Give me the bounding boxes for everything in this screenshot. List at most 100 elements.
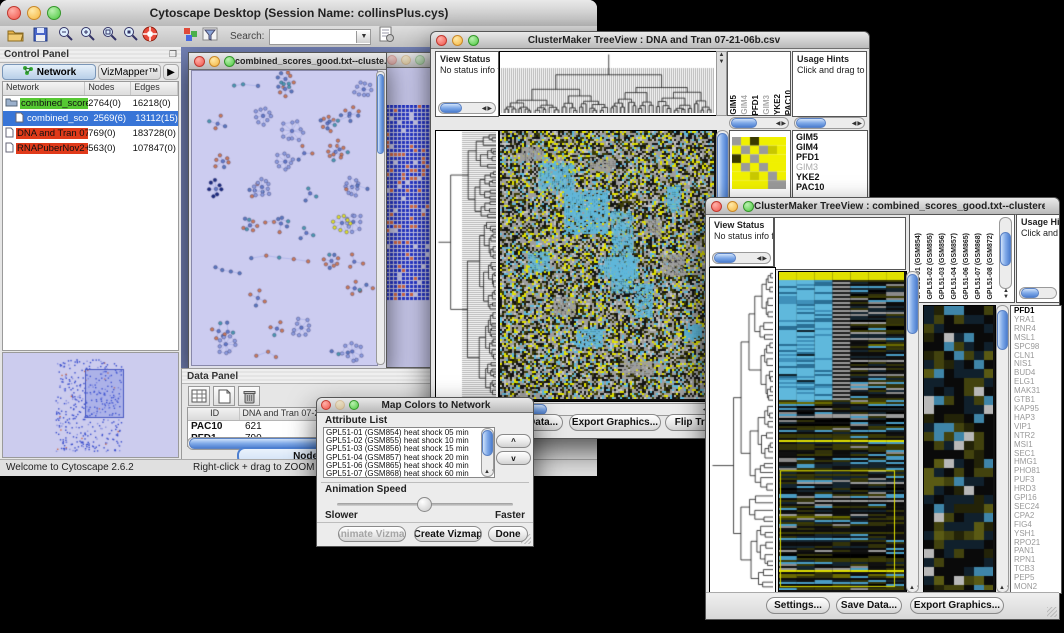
tv1-hints-hscrollbar[interactable]: ◀▶ xyxy=(794,117,865,129)
column-header[interactable]: Nodes xyxy=(85,82,131,95)
tv1-status-hscrollbar[interactable]: ◀▶ xyxy=(438,102,496,114)
tv2-labels-vscrollbar[interactable] xyxy=(999,217,1012,289)
minimize-icon[interactable] xyxy=(335,400,345,410)
column-header[interactable]: ID xyxy=(188,408,240,420)
attribute-list-vscrollbar[interactable]: ▲▼ xyxy=(481,428,494,477)
search-input[interactable]: ▼ xyxy=(269,29,371,45)
table-grid-icon[interactable] xyxy=(188,386,210,406)
window-controls[interactable] xyxy=(7,6,61,20)
zoom-window-icon[interactable] xyxy=(224,56,235,67)
trash-icon[interactable] xyxy=(238,386,260,406)
tv2-column-dendrogram[interactable] xyxy=(774,217,906,270)
close-icon[interactable] xyxy=(194,56,205,67)
attribute-item[interactable]: GPL51-07 (GSM868) heat shock 60 min xyxy=(326,470,494,478)
network-name-cell[interactable]: combined_scores xyxy=(3,97,88,110)
column-header[interactable]: Edges xyxy=(131,82,178,95)
tv1-column-dendrogram[interactable] xyxy=(499,51,717,116)
gene-row-label[interactable]: MON2 xyxy=(1014,583,1061,592)
table-row[interactable]: combined_scores2764(0)16218(0) xyxy=(3,96,178,111)
network-canvas[interactable] xyxy=(192,71,377,365)
open-folder-icon[interactable] xyxy=(7,27,24,47)
tv2-zoom-heatmap[interactable] xyxy=(923,305,996,593)
chevron-down-icon[interactable]: ▼ xyxy=(356,31,370,43)
network-overview-panel[interactable] xyxy=(2,352,179,458)
tab-network[interactable]: Network xyxy=(2,64,96,80)
minimize-icon[interactable] xyxy=(209,56,220,67)
tv1-heatmap[interactable] xyxy=(499,130,717,402)
main-titlebar[interactable]: Cytoscape Desktop (Session Name: collins… xyxy=(0,0,597,27)
network-vscrollbar[interactable] xyxy=(376,71,385,365)
minimize-icon[interactable] xyxy=(401,55,411,65)
table-row[interactable]: RNAPuberNov2+563(0)107847(0) xyxy=(3,141,178,156)
animate-vizmap-button[interactable]: Animate Vizmap xyxy=(338,526,406,542)
new-doc-icon[interactable] xyxy=(213,386,235,406)
zoom-fit-icon[interactable] xyxy=(102,26,118,47)
array-column-label: GPL51-03 (GSM856) xyxy=(937,233,949,300)
close-icon[interactable] xyxy=(321,400,331,410)
move-down-button[interactable]: v xyxy=(496,451,531,465)
zoom-selected-icon[interactable] xyxy=(123,26,139,47)
minimize-icon[interactable] xyxy=(727,201,738,212)
close-icon[interactable] xyxy=(711,201,722,212)
tv2-gene-list[interactable]: PFD1YRA1RNR4MSL1SPC98CLN1NIS1BUD4ELG1MAK… xyxy=(1010,305,1062,594)
close-icon[interactable] xyxy=(7,6,21,20)
move-up-button[interactable]: ^ xyxy=(496,434,531,448)
zoom-window-icon[interactable] xyxy=(349,400,359,410)
save-data-button[interactable]: Save Data... xyxy=(836,597,902,614)
close-icon[interactable] xyxy=(387,55,397,65)
tv2-hints-hscrollbar[interactable] xyxy=(1019,287,1057,299)
gene-row-label[interactable]: PFD1 xyxy=(796,152,867,162)
tv2-heatmap[interactable] xyxy=(778,271,907,593)
minimize-icon[interactable] xyxy=(452,35,463,46)
gene-row-label[interactable]: GIM4 xyxy=(796,142,867,152)
float-panel-icon[interactable]: ❐ xyxy=(169,49,177,60)
tv2-titlebar[interactable]: ClusterMaker TreeView : combined_scores_… xyxy=(706,198,1059,215)
gene-row-label[interactable]: GIM3 xyxy=(796,162,867,172)
tv1-mini-arrows[interactable]: ▲▼ xyxy=(716,51,727,116)
zoom-in-icon[interactable] xyxy=(80,26,96,47)
tab-more[interactable]: ▶ xyxy=(163,64,179,80)
tv2-zoom-vscrollbar[interactable]: ▲▼ xyxy=(996,305,1009,593)
export-graphics-button[interactable]: Export Graphics... xyxy=(910,597,1004,614)
tv2-heatmap-vscrollbar[interactable]: ▲▼ xyxy=(906,271,919,593)
tab-vizmapper[interactable]: VizMapper™ xyxy=(98,64,161,80)
tv1-labels-hscrollbar[interactable]: ◀▶ xyxy=(729,117,789,129)
create-vizmap-button[interactable]: Create Vizmap xyxy=(414,526,482,542)
zoom-window-icon[interactable] xyxy=(415,55,425,65)
close-icon[interactable] xyxy=(436,35,447,46)
table-row[interactable]: DNA and Tran 07769(0)183728(0) xyxy=(3,126,178,141)
settings-button[interactable]: Settings... xyxy=(766,597,830,614)
zoom-window-icon[interactable] xyxy=(743,201,754,212)
network-name-cell[interactable]: combined_sco xyxy=(3,112,93,126)
save-icon[interactable] xyxy=(33,27,48,47)
network-name-cell[interactable]: RNAPuberNov2+ xyxy=(3,142,88,156)
help-ring-icon[interactable] xyxy=(142,26,158,47)
zoom-window-icon[interactable] xyxy=(47,6,61,20)
network-name-cell[interactable]: DNA and Tran 07 xyxy=(3,127,88,141)
done-button[interactable]: Done xyxy=(488,526,528,542)
zoom-window-icon[interactable] xyxy=(468,35,479,46)
dense-network-canvas[interactable] xyxy=(386,105,434,301)
zoom-out-icon[interactable] xyxy=(58,26,74,47)
resize-grip[interactable] xyxy=(1047,607,1057,617)
annotation-doc-icon[interactable] xyxy=(379,26,394,47)
tv2-row-dendrogram[interactable] xyxy=(709,267,776,593)
column-header[interactable]: Network xyxy=(3,82,85,95)
overview-canvas[interactable] xyxy=(3,353,176,455)
gene-row-label[interactable]: GIM5 xyxy=(796,132,867,142)
tv2-status-hscrollbar[interactable]: ◀▶ xyxy=(712,252,771,264)
gene-row-label[interactable]: YKE2 xyxy=(796,172,867,182)
gene-row-label[interactable]: PAC10 xyxy=(796,182,867,192)
attribute-list[interactable]: GPL51-01 (GSM854) heat shock 05 minGPL51… xyxy=(323,427,495,478)
network-window-1[interactable]: combined_scores_good.txt--cluste... xyxy=(188,52,387,368)
speed-slider-thumb[interactable] xyxy=(417,497,432,512)
dialog-titlebar[interactable]: Map Colors to Network xyxy=(317,398,533,413)
filter-funnel-icon[interactable] xyxy=(202,27,218,47)
tv1-titlebar[interactable]: ClusterMaker TreeView : DNA and Tran 07-… xyxy=(431,32,869,49)
network-window-titlebar[interactable]: combined_scores_good.txt--cluste... xyxy=(189,53,386,70)
vizmap-squares-icon[interactable] xyxy=(183,27,198,47)
tv1-row-dendrogram[interactable] xyxy=(435,130,499,402)
table-row[interactable]: combined_sco2569(6)13112(15) xyxy=(3,111,178,126)
export-graphics-button[interactable]: Export Graphics... xyxy=(569,414,661,431)
minimize-icon[interactable] xyxy=(27,6,41,20)
